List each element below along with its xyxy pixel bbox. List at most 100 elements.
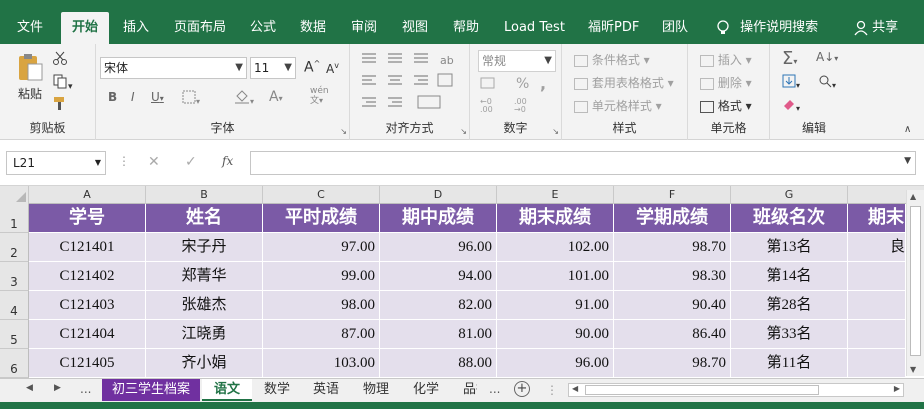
table-cell[interactable]: 94.00 (380, 262, 497, 291)
horizontal-scrollbar[interactable]: ◀ ▶ (568, 383, 904, 397)
tab-file[interactable]: 文件 (17, 12, 43, 44)
table-cell[interactable]: 98.00 (263, 291, 380, 320)
sheet-tab[interactable]: 初三学生档案 (102, 379, 200, 401)
find-select-button[interactable]: ▾ (818, 74, 836, 91)
borders-button[interactable]: ▾ (182, 90, 200, 107)
table-cell[interactable] (848, 262, 906, 291)
table-cell[interactable]: 张雄杰 (146, 291, 263, 320)
table-cell[interactable]: 第28名 (731, 291, 848, 320)
bold-button[interactable]: B (108, 90, 117, 104)
header-cell[interactable]: 期末成绩 (497, 204, 614, 233)
dialog-launcher-icon[interactable]: ↘ (552, 127, 559, 136)
table-cell[interactable]: 宋子丹 (146, 233, 263, 262)
table-cell[interactable]: 98.70 (614, 233, 731, 262)
column-header[interactable]: G (731, 186, 848, 204)
table-cell[interactable]: 103.00 (263, 349, 380, 378)
row-header[interactable]: 3 (0, 262, 29, 291)
tab-view[interactable]: 视图 (402, 12, 428, 44)
fill-button[interactable]: ▾ (782, 74, 800, 91)
tab-review[interactable]: 审阅 (351, 12, 377, 44)
column-header[interactable]: F (614, 186, 731, 204)
header-cell[interactable]: 平时成绩 (263, 204, 380, 233)
column-header[interactable]: A (29, 186, 146, 204)
underline-button[interactable]: U▾ (151, 90, 164, 104)
scroll-down-icon[interactable]: ▼ (910, 365, 916, 374)
header-cell[interactable]: 学号 (29, 204, 146, 233)
percent-button[interactable]: % (516, 76, 529, 92)
table-cell[interactable]: C121403 (29, 291, 146, 320)
cut-button[interactable] (52, 50, 68, 69)
tab-home[interactable]: 开始 (61, 12, 109, 44)
scroll-right-icon[interactable]: ▶ (894, 384, 900, 393)
header-cell[interactable]: 学期成绩 (614, 204, 731, 233)
sheet-tab[interactable]: 物理 (353, 379, 399, 401)
copy-button[interactable]: ▾ (52, 73, 73, 92)
delete-cells-button[interactable]: 删除 ▾ (700, 74, 752, 91)
column-header[interactable]: B (146, 186, 263, 204)
table-cell[interactable]: 81.00 (380, 320, 497, 349)
shrink-font-button[interactable]: Av (326, 61, 339, 76)
autosum-button[interactable]: Σ▾ (782, 48, 797, 69)
more-sheets-right[interactable]: ... (489, 382, 500, 396)
table-cell[interactable]: 86.40 (614, 320, 731, 349)
clear-button[interactable]: ▾ (782, 97, 800, 114)
row-header[interactable]: 2 (0, 233, 29, 262)
tab-formulas[interactable]: 公式 (250, 12, 276, 44)
font-size-dropdown[interactable]: 11 ▼ (250, 57, 296, 79)
font-name-dropdown[interactable]: 宋体 ▼ (100, 57, 247, 79)
insert-cells-button[interactable]: 插入 ▾ (700, 51, 752, 68)
increase-decimal-button[interactable]: ←0.00 (480, 98, 493, 114)
scroll-up-icon[interactable]: ▲ (910, 192, 916, 201)
vertical-scrollbar[interactable]: ▲ ▼ (906, 190, 924, 376)
cancel-icon[interactable]: ✕ (148, 154, 160, 170)
insert-function-icon[interactable]: fx (222, 154, 233, 168)
header-cell[interactable]: 班级名次 (731, 204, 848, 233)
header-cell[interactable]: 期末 (848, 204, 906, 233)
row-header[interactable]: 1 (0, 204, 29, 233)
format-as-table-button[interactable]: 套用表格格式 ▾ (574, 74, 674, 91)
fill-color-button[interactable]: ▾ (234, 88, 254, 107)
column-header[interactable]: D (380, 186, 497, 204)
enter-icon[interactable]: ✓ (185, 154, 197, 170)
table-cell[interactable]: 88.00 (380, 349, 497, 378)
table-cell[interactable]: 第13名 (731, 233, 848, 262)
format-painter-button[interactable] (52, 95, 68, 114)
formula-input[interactable]: ▼ (250, 151, 916, 175)
table-cell[interactable] (848, 320, 906, 349)
table-cell[interactable]: C121405 (29, 349, 146, 378)
select-all-corner[interactable] (0, 186, 29, 204)
tab-insert[interactable]: 插入 (123, 12, 149, 44)
scroll-tabs-right-icon[interactable]: ▶ (54, 383, 61, 393)
header-cell[interactable]: 期中成绩 (380, 204, 497, 233)
conditional-formatting-button[interactable]: 条件格式 ▾ (574, 51, 650, 68)
dialog-launcher-icon[interactable]: ↘ (340, 127, 347, 136)
table-cell[interactable]: C121402 (29, 262, 146, 291)
comma-button[interactable]: , (540, 74, 546, 93)
row-header[interactable]: 5 (0, 320, 29, 349)
table-cell[interactable]: 齐小娟 (146, 349, 263, 378)
table-cell[interactable]: 90.00 (497, 320, 614, 349)
row-header[interactable]: 6 (0, 349, 29, 378)
sort-filter-button[interactable]: A↓▾ (816, 50, 838, 64)
table-cell[interactable]: C121404 (29, 320, 146, 349)
table-cell[interactable] (848, 349, 906, 378)
share-button[interactable]: 共享 (854, 12, 898, 44)
header-cell[interactable]: 姓名 (146, 204, 263, 233)
table-cell[interactable]: 102.00 (497, 233, 614, 262)
grow-font-button[interactable]: A^ (304, 59, 320, 76)
table-cell[interactable]: 87.00 (263, 320, 380, 349)
table-cell[interactable]: 郑菁华 (146, 262, 263, 291)
table-cell[interactable]: 101.00 (497, 262, 614, 291)
table-cell[interactable] (848, 291, 906, 320)
tab-team[interactable]: 团队 (662, 12, 688, 44)
row-header[interactable]: 4 (0, 291, 29, 320)
table-cell[interactable]: C121401 (29, 233, 146, 262)
currency-button[interactable] (480, 76, 496, 93)
decrease-decimal-button[interactable]: .00 →0 (514, 98, 527, 114)
table-cell[interactable]: 良 (848, 233, 906, 262)
table-cell[interactable]: 96.00 (497, 349, 614, 378)
table-cell[interactable]: 98.30 (614, 262, 731, 291)
tab-load-test[interactable]: Load Test (504, 12, 565, 44)
table-cell[interactable]: 82.00 (380, 291, 497, 320)
phonetic-guide-button[interactable]: wén 文▾ (310, 87, 329, 106)
